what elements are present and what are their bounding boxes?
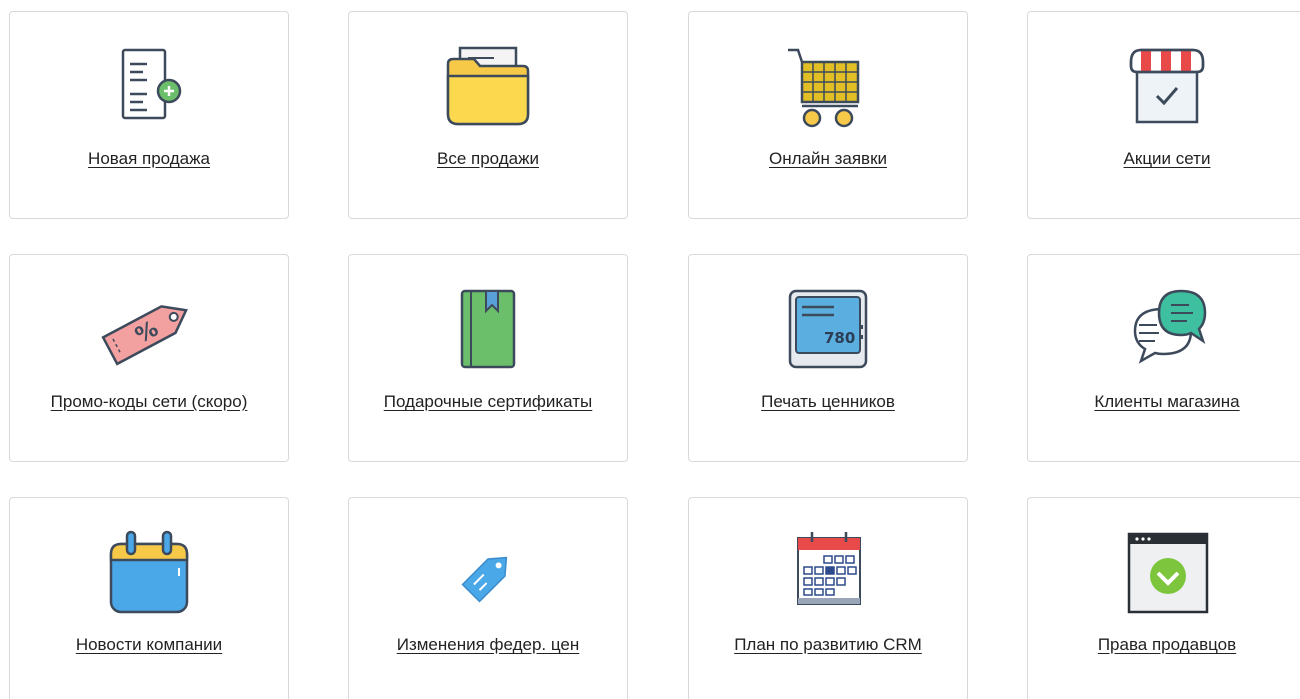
calendar-grid-icon [778,528,878,618]
tile-label[interactable]: Печать ценников [689,392,967,412]
document-add-icon [99,42,199,132]
tile-new-sale[interactable]: Новая продажа [9,11,289,219]
tile-label[interactable]: Клиенты магазина [1028,392,1300,412]
tile-store-clients[interactable]: Клиенты магазина [1027,254,1300,462]
dashboard-grid: Новая продажа Все продажи Онлайн заявки … [0,0,1300,699]
tile-label[interactable]: Подарочные сертификаты [349,392,627,412]
tile-label[interactable]: Права продавцов [1028,635,1300,655]
tile-seller-rights[interactable]: Права продавцов [1027,497,1300,699]
chat-bubbles-icon [1117,285,1217,375]
tile-label[interactable]: Новости компании [10,635,288,655]
tile-company-news[interactable]: Новости компании [9,497,289,699]
tile-promo-codes[interactable]: % Промо-коды сети (скоро) [9,254,289,462]
tile-label[interactable]: Новая продажа [10,149,288,169]
tile-crm-plan[interactable]: План по развитию CRM [688,497,968,699]
tile-gift-certificates[interactable]: Подарочные сертификаты [348,254,628,462]
calendar-icon [99,528,199,618]
tile-label[interactable]: План по развитию CRM [689,635,967,655]
store-check-icon [1117,42,1217,132]
tile-print-price-tags[interactable]: 780 Печать ценников [688,254,968,462]
tile-network-promotions[interactable]: Акции сети [1027,11,1300,219]
tile-label[interactable]: Все продажи [349,149,627,169]
tile-label[interactable]: Изменения федер. цен [349,635,627,655]
folder-icon [438,42,538,132]
price-display-icon: 780 [778,285,878,375]
tile-label[interactable]: Промо-коды сети (скоро) [10,392,288,412]
tile-online-requests[interactable]: Онлайн заявки [688,11,968,219]
tile-federal-price-changes[interactable]: Изменения федер. цен [348,497,628,699]
tile-label[interactable]: Онлайн заявки [689,149,967,169]
tile-all-sales[interactable]: Все продажи [348,11,628,219]
shopping-cart-icon [778,42,878,132]
browser-check-icon [1117,528,1217,618]
green-book-icon [438,285,538,375]
price-display-value: 780 [824,329,855,347]
discount-tag-icon: % [99,285,199,375]
blue-tag-icon [438,528,538,618]
tile-label[interactable]: Акции сети [1028,149,1300,169]
